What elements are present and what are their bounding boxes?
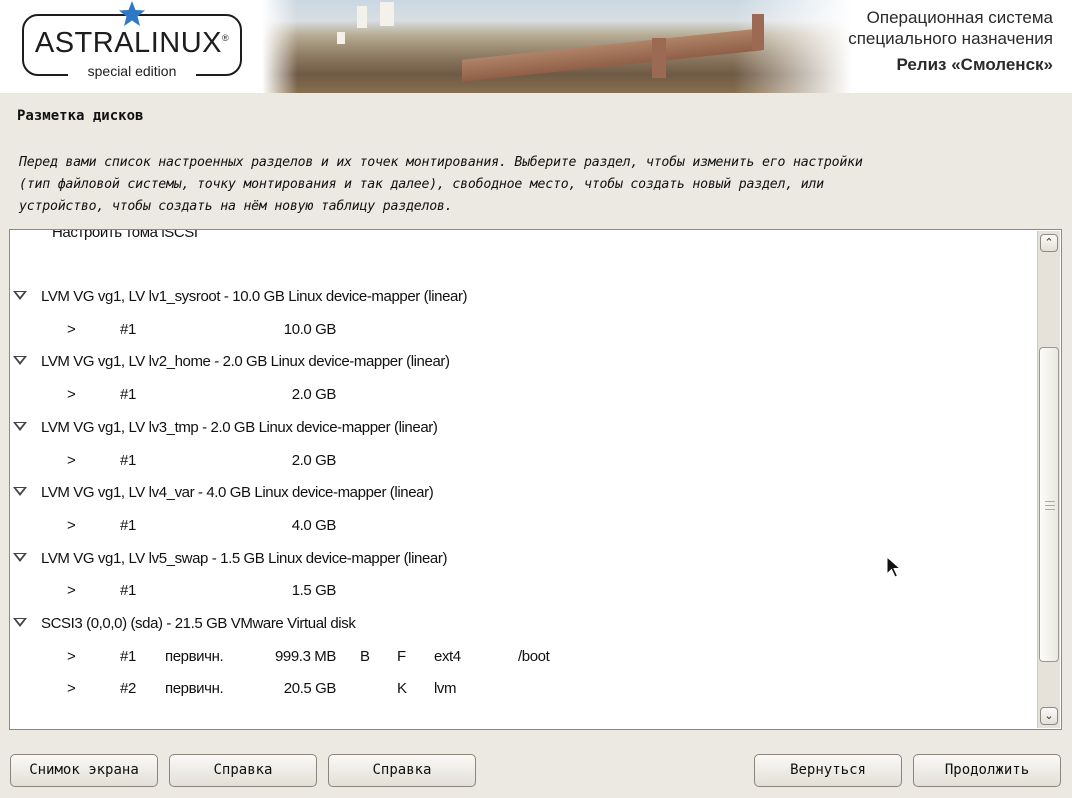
back-button[interactable]: Вернуться xyxy=(754,754,902,787)
device-label: LVM VG vg1, LV lv5_swap - 1.5 GB Linux d… xyxy=(41,550,448,567)
scroll-up-button[interactable]: ⌃ xyxy=(1040,234,1058,252)
mouse-pointer-icon xyxy=(886,556,902,578)
device-label: LVM VG vg1, LV lv3_tmp - 2.0 GB Linux de… xyxy=(41,419,438,436)
partition-type: первичн. xyxy=(165,680,224,697)
device-row[interactable]: LVM VG vg1, LV lv3_tmp - 2.0 GB Linux de… xyxy=(10,416,1010,440)
logo-edition-label: special edition xyxy=(68,62,196,80)
partition-size: 20.5 GB xyxy=(283,680,337,697)
logo-wordmark: ASTRALINUX® xyxy=(34,27,230,59)
help-button-secondary[interactable]: Справка xyxy=(328,754,476,787)
device-row[interactable]: LVM VG vg1, LV lv4_var - 4.0 GB Linux de… xyxy=(10,481,1010,505)
fortress-tower-image xyxy=(752,14,764,50)
device-row[interactable]: SCSI3 (0,0,0) (sda) - 21.5 GB VMware Vir… xyxy=(10,612,1010,636)
expander-triangle-icon[interactable] xyxy=(13,356,27,365)
page-title: Разметка дисков xyxy=(17,108,144,124)
church-image xyxy=(357,6,367,28)
partition-row[interactable]: > #2 первичн. 20.5 GB Klvm xyxy=(10,677,1010,701)
partition-arrow-icon: > xyxy=(67,648,76,665)
church-image xyxy=(380,2,394,26)
expander-triangle-icon[interactable] xyxy=(13,487,27,496)
release-name: Релиз «Смоленск» xyxy=(896,55,1053,74)
partition-number: #1 xyxy=(120,386,136,403)
header-banner: ASTRALINUX® special edition Операционная… xyxy=(0,0,1072,93)
partition-number: #1 xyxy=(120,582,136,599)
device-row[interactable]: LVM VG vg1, LV lv5_swap - 1.5 GB Linux d… xyxy=(10,547,1010,571)
partition-size: 4.0 GB xyxy=(291,517,337,534)
partition-number: #1 xyxy=(120,648,136,665)
release-purpose-line: специального назначения xyxy=(848,29,1053,48)
scroll-down-button[interactable]: ⌄ xyxy=(1040,707,1058,725)
partition-arrow-icon: > xyxy=(67,386,76,403)
smolensk-panorama-image xyxy=(262,0,852,93)
partition-list[interactable]: Настроить тома iSCSI LVM VG vg1, LV lv1_… xyxy=(9,229,1062,730)
grip-icon xyxy=(1045,500,1055,510)
expander-triangle-icon[interactable] xyxy=(13,553,27,562)
partition-row[interactable]: > #1 10.0 GB xyxy=(10,318,1010,342)
partition-size: 999.3 MB xyxy=(274,648,336,665)
vertical-scrollbar[interactable]: ⌃ ⌄ xyxy=(1037,231,1060,728)
fortress-wall-image xyxy=(462,28,762,82)
church-image xyxy=(337,32,345,44)
partition-size: 10.0 GB xyxy=(283,321,337,338)
page-description: Перед вами список настроенных разделов и… xyxy=(19,152,1049,218)
device-label: SCSI3 (0,0,0) (sda) - 21.5 GB VMware Vir… xyxy=(41,615,356,632)
bootable-flag: B xyxy=(360,648,370,665)
description-line: Перед вами список настроенных разделов и… xyxy=(19,155,863,170)
scrollbar-thumb[interactable] xyxy=(1039,347,1059,662)
chevron-down-icon: ⌄ xyxy=(1044,709,1054,722)
partition-row[interactable]: > #1 первичн. 999.3 MB B Fext4/boot xyxy=(10,645,1010,669)
partition-row[interactable]: > #1 4.0 GB xyxy=(10,514,1010,538)
device-row[interactable]: LVM VG vg1, LV lv2_home - 2.0 GB Linux d… xyxy=(10,350,1010,374)
partition-arrow-icon: > xyxy=(67,517,76,534)
device-label: LVM VG vg1, LV lv4_var - 4.0 GB Linux de… xyxy=(41,484,434,501)
partition-arrow-icon: > xyxy=(67,321,76,338)
partition-arrow-icon: > xyxy=(67,582,76,599)
partition-number: #2 xyxy=(120,680,136,697)
partition-size: 1.5 GB xyxy=(291,582,337,599)
partition-number: #1 xyxy=(120,517,136,534)
fortress-tower-image xyxy=(652,38,666,78)
expander-triangle-icon[interactable] xyxy=(13,618,27,627)
release-os-line: Операционная система xyxy=(866,8,1053,27)
description-line: (тип файловой системы, точку монтировани… xyxy=(19,177,824,192)
release-info: Операционная система специального назнач… xyxy=(848,7,1053,77)
help-button[interactable]: Справка xyxy=(169,754,317,787)
partition-list-viewport: Настроить тома iSCSI LVM VG vg1, LV lv1_… xyxy=(10,230,1037,729)
continue-button[interactable]: Продолжить xyxy=(913,754,1061,787)
device-row[interactable]: LVM VG vg1, LV lv1_sysroot - 10.0 GB Lin… xyxy=(10,285,1010,309)
partition-row[interactable]: > #1 2.0 GB xyxy=(10,383,1010,407)
device-label: LVM VG vg1, LV lv2_home - 2.0 GB Linux d… xyxy=(41,353,450,370)
partition-arrow-icon: > xyxy=(67,680,76,697)
expander-triangle-icon[interactable] xyxy=(13,422,27,431)
description-line: устройство, чтобы создать на нём новую т… xyxy=(19,199,453,214)
partition-size: 2.0 GB xyxy=(291,386,337,403)
partition-number: #1 xyxy=(120,321,136,338)
partition-arrow-icon: > xyxy=(67,452,76,469)
filesystem: ext4 xyxy=(434,648,461,665)
filesystem: lvm xyxy=(434,680,457,697)
screenshot-button[interactable]: Снимок экрана xyxy=(10,754,158,787)
partition-type: первичн. xyxy=(165,648,224,665)
mount-point: /boot xyxy=(518,648,550,665)
format-flag: K xyxy=(397,680,407,697)
list-item-iscsi[interactable]: Настроить тома iSCSI xyxy=(52,230,198,245)
chevron-up-icon: ⌃ xyxy=(1044,236,1054,249)
partition-row[interactable]: > #1 2.0 GB xyxy=(10,449,1010,473)
format-flag: F xyxy=(397,648,406,665)
partition-size: 2.0 GB xyxy=(291,452,337,469)
expander-triangle-icon[interactable] xyxy=(13,291,27,300)
partition-number: #1 xyxy=(120,452,136,469)
partition-row[interactable]: > #1 1.5 GB xyxy=(10,579,1010,603)
device-label: LVM VG vg1, LV lv1_sysroot - 10.0 GB Lin… xyxy=(41,288,468,305)
star-icon xyxy=(119,1,145,26)
